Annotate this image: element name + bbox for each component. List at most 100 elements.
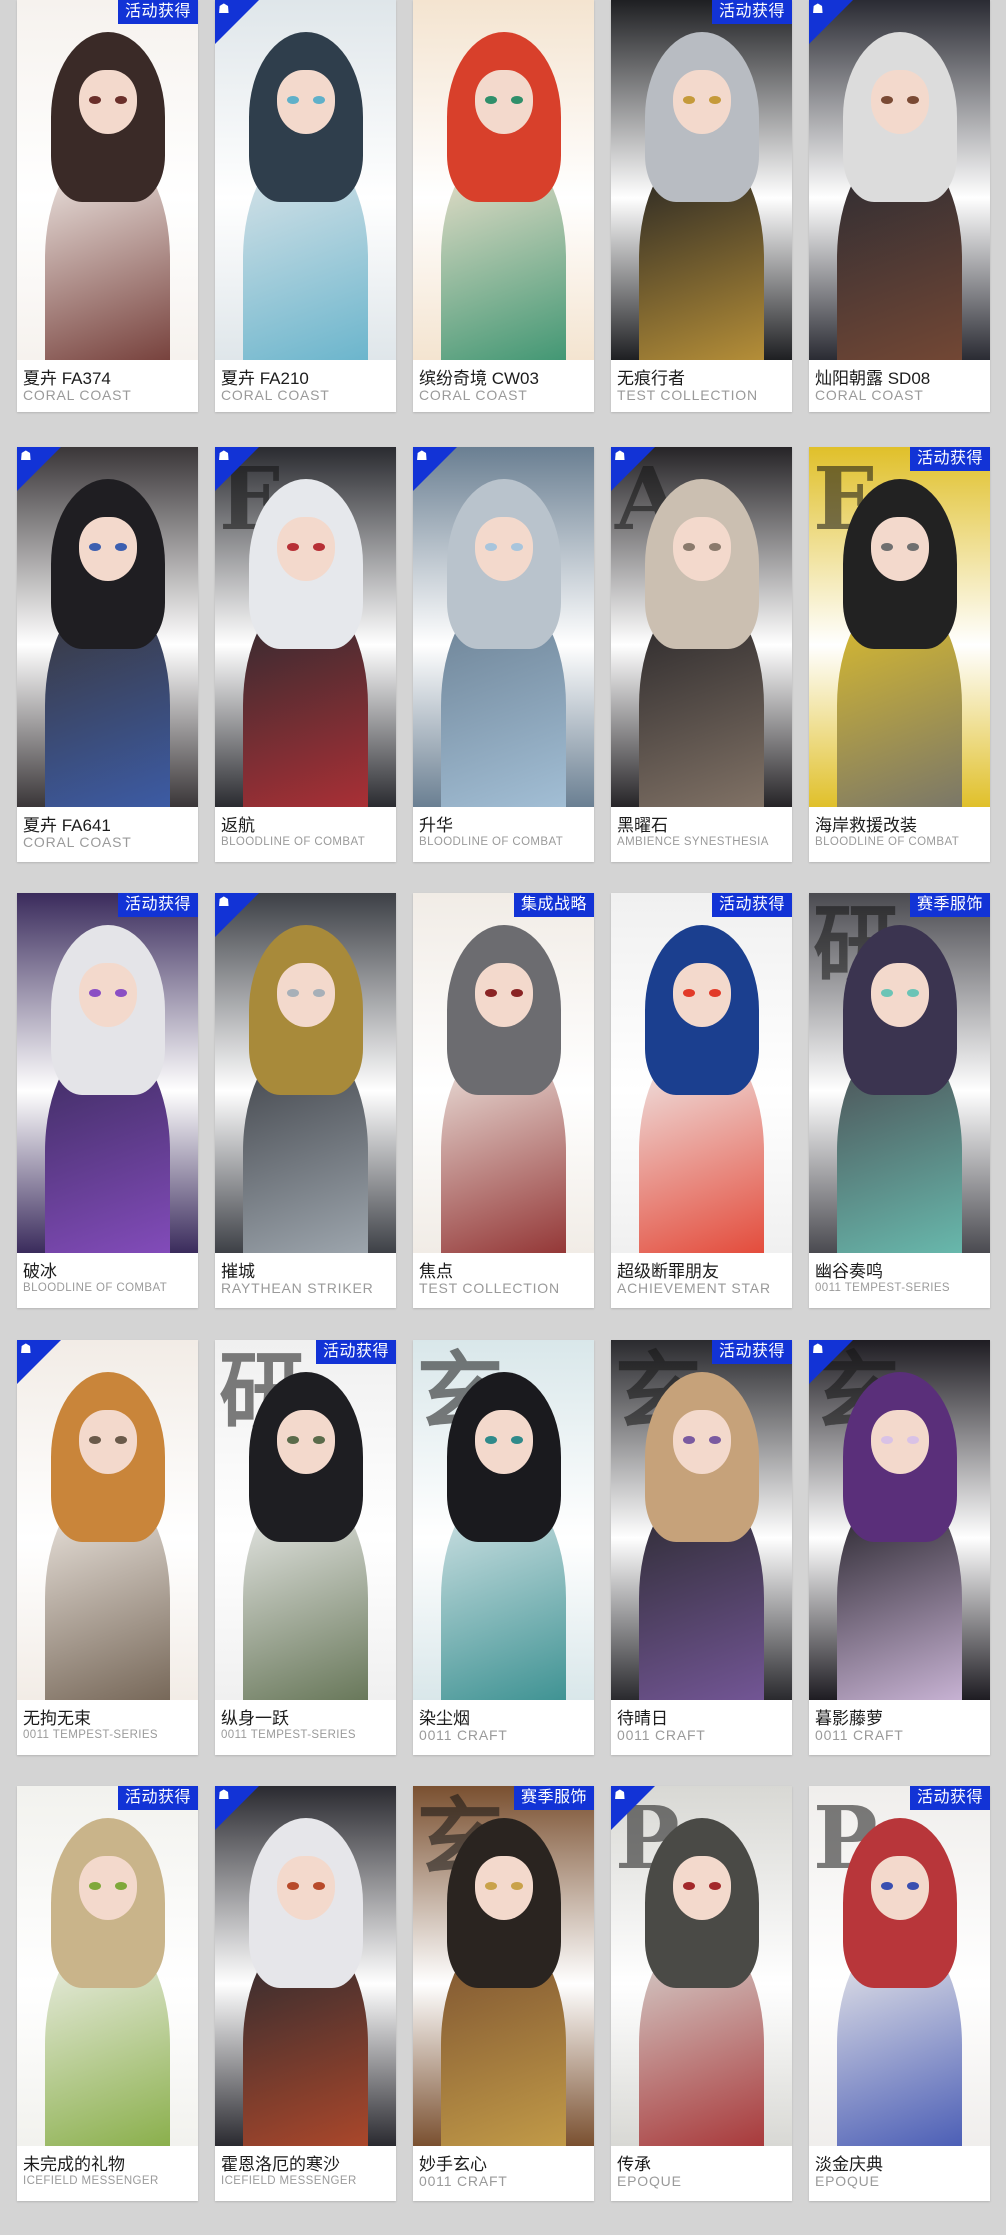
skin-card[interactable]: ☗ 霍恩洛厄的寒沙 ICEFIELD MESSENGER	[215, 1786, 396, 2201]
skin-artwork	[413, 893, 594, 1253]
skin-artwork	[17, 0, 198, 360]
skin-name: 夏卉 FA641	[23, 816, 111, 835]
skin-card[interactable]: A ☗ 黑曜石 AMBIENCE SYNESTHESIA	[611, 447, 792, 862]
skin-series: CORAL COAST	[815, 387, 924, 403]
skin-card[interactable]: 玄活动获得 待晴日 0011 CRAFT	[611, 1340, 792, 1755]
skin-series: 0011 CRAFT	[617, 1727, 706, 1743]
skin-series: 0011 CRAFT	[815, 1727, 904, 1743]
skin-card[interactable]: 玄染尘烟 0011 CRAFT	[413, 1340, 594, 1755]
skin-series: 0011 TEMPEST-SERIES	[221, 1729, 357, 1741]
character-figure	[837, 1818, 962, 2146]
skin-artwork: 玄	[809, 1340, 990, 1700]
skin-name: 无痕行者	[617, 369, 685, 388]
acquisition-tag: 活动获得	[711, 0, 792, 24]
character-figure	[639, 479, 764, 807]
acquisition-tag: 活动获得	[315, 1340, 396, 1364]
skin-name: 待晴日	[617, 1709, 668, 1728]
skin-series: RAYTHEAN STRIKER	[221, 1280, 374, 1296]
skin-card[interactable]: ☗ 无拘无束 0011 TEMPEST-SERIES	[17, 1340, 198, 1755]
skin-name: 黑曜石	[617, 816, 668, 835]
skin-card[interactable]: 研赛季服饰 幽谷奏鸣 0011 TEMPEST-SERIES	[809, 893, 990, 1308]
cart-icon: ☗	[20, 1341, 32, 1356]
character-figure	[837, 479, 962, 807]
skin-card[interactable]: 集成战略 焦点 TEST COLLECTION	[413, 893, 594, 1308]
skin-series: CORAL COAST	[221, 387, 330, 403]
skin-artwork: 玄	[611, 1340, 792, 1700]
cart-icon: ☗	[218, 1, 230, 16]
acquisition-tag: 赛季服饰	[909, 893, 990, 917]
skin-card[interactable]: 活动获得 超级断罪朋友 ACHIEVEMENT STAR	[611, 893, 792, 1308]
cart-icon: ☗	[218, 1787, 230, 1802]
skin-card[interactable]: 活动获得夏卉 FA374 CORAL COAST	[17, 0, 198, 412]
skin-series: BLOODLINE OF COMBAT	[815, 836, 960, 848]
skin-series: BLOODLINE OF COMBAT	[419, 836, 564, 848]
skin-artwork	[215, 893, 396, 1253]
character-figure	[441, 1818, 566, 2146]
skin-artwork	[17, 893, 198, 1253]
skin-series: 0011 TEMPEST-SERIES	[23, 1729, 159, 1741]
skin-series: BLOODLINE OF COMBAT	[23, 1282, 168, 1294]
skin-series: TEST COLLECTION	[419, 1280, 560, 1296]
character-figure	[45, 1818, 170, 2146]
skin-artwork	[17, 1340, 198, 1700]
store-badge-icon: ☗	[611, 447, 655, 491]
character-figure	[243, 1818, 368, 2146]
acquisition-tag: 活动获得	[117, 1786, 198, 1810]
skin-series: 0011 CRAFT	[419, 2173, 508, 2189]
skin-artwork	[611, 0, 792, 360]
skin-card[interactable]: 研活动获得 纵身一跃 0011 TEMPEST-SERIES	[215, 1340, 396, 1755]
skin-series: BLOODLINE OF COMBAT	[221, 836, 366, 848]
skin-artwork	[413, 0, 594, 360]
skin-card[interactable]: 玄赛季服饰 妙手玄心 0011 CRAFT	[413, 1786, 594, 2201]
skin-artwork: F	[215, 447, 396, 807]
acquisition-tag: 活动获得	[909, 1786, 990, 1810]
skin-artwork	[215, 1786, 396, 2146]
skin-name: 淡金庆典	[815, 2155, 883, 2174]
skin-card[interactable]: 活动获得 未完成的礼物 ICEFIELD MESSENGER	[17, 1786, 198, 2201]
skin-name: 传承	[617, 2155, 651, 2174]
store-badge-icon: ☗	[611, 1786, 655, 1830]
skin-card[interactable]: P 活动获得淡金庆典 EPOQUE	[809, 1786, 990, 2201]
skin-series: ICEFIELD MESSENGER	[23, 2175, 159, 2187]
character-figure	[837, 925, 962, 1253]
store-badge-icon: ☗	[215, 1786, 259, 1830]
skin-name: 染尘烟	[419, 1709, 470, 1728]
skin-name: 灿阳朝露 SD08	[815, 369, 931, 388]
skin-artwork: P	[809, 1786, 990, 2146]
skin-series: CORAL COAST	[23, 387, 132, 403]
character-figure	[639, 1818, 764, 2146]
skin-name: 夏卉 FA210	[221, 369, 309, 388]
skin-artwork	[215, 0, 396, 360]
skin-card[interactable]: F 活动获得 海岸救援改装 BLOODLINE OF COMBAT	[809, 447, 990, 862]
character-figure	[441, 479, 566, 807]
character-figure	[441, 925, 566, 1253]
skin-name: 妙手玄心	[419, 2155, 487, 2174]
cart-icon: ☗	[416, 448, 428, 463]
skin-card[interactable]: ☗ 灿阳朝露 SD08 CORAL COAST	[809, 0, 990, 412]
skin-card[interactable]: F ☗ 返航 BLOODLINE OF COMBAT	[215, 447, 396, 862]
skin-name: 超级断罪朋友	[617, 1262, 719, 1281]
skin-artwork: 玄	[413, 1786, 594, 2146]
skin-card[interactable]: ☗ 摧城 RAYTHEAN STRIKER	[215, 893, 396, 1308]
skin-card[interactable]: ☗ 升华 BLOODLINE OF COMBAT	[413, 447, 594, 862]
skin-card[interactable]: 活动获得 破冰 BLOODLINE OF COMBAT	[17, 893, 198, 1308]
skin-name: 无拘无束	[23, 1709, 91, 1728]
skin-artwork: P	[611, 1786, 792, 2146]
skin-card[interactable]: P ☗ 传承 EPOQUE	[611, 1786, 792, 2201]
acquisition-tag: 集成战略	[513, 893, 594, 917]
skin-card[interactable]: ☗ 夏卉 FA210 CORAL COAST	[215, 0, 396, 412]
skin-series: ICEFIELD MESSENGER	[221, 2175, 357, 2187]
acquisition-tag: 活动获得	[117, 0, 198, 24]
skin-name: 海岸救援改装	[815, 816, 917, 835]
skin-name: 缤纷奇境 CW03	[419, 369, 539, 388]
skin-series: EPOQUE	[815, 2173, 880, 2189]
skin-artwork: A	[611, 447, 792, 807]
skin-card[interactable]: ☗ 夏卉 FA641 CORAL COAST	[17, 447, 198, 862]
skin-card[interactable]: 活动获得 无痕行者 TEST COLLECTION	[611, 0, 792, 412]
store-badge-icon: ☗	[17, 447, 61, 491]
skin-name: 夏卉 FA374	[23, 369, 111, 388]
skin-artwork: 研	[215, 1340, 396, 1700]
skin-series: AMBIENCE SYNESTHESIA	[617, 836, 769, 848]
skin-card[interactable]: 玄 ☗ 暮影藤萝 0011 CRAFT	[809, 1340, 990, 1755]
skin-card[interactable]: 缤纷奇境 CW03 CORAL COAST	[413, 0, 594, 412]
